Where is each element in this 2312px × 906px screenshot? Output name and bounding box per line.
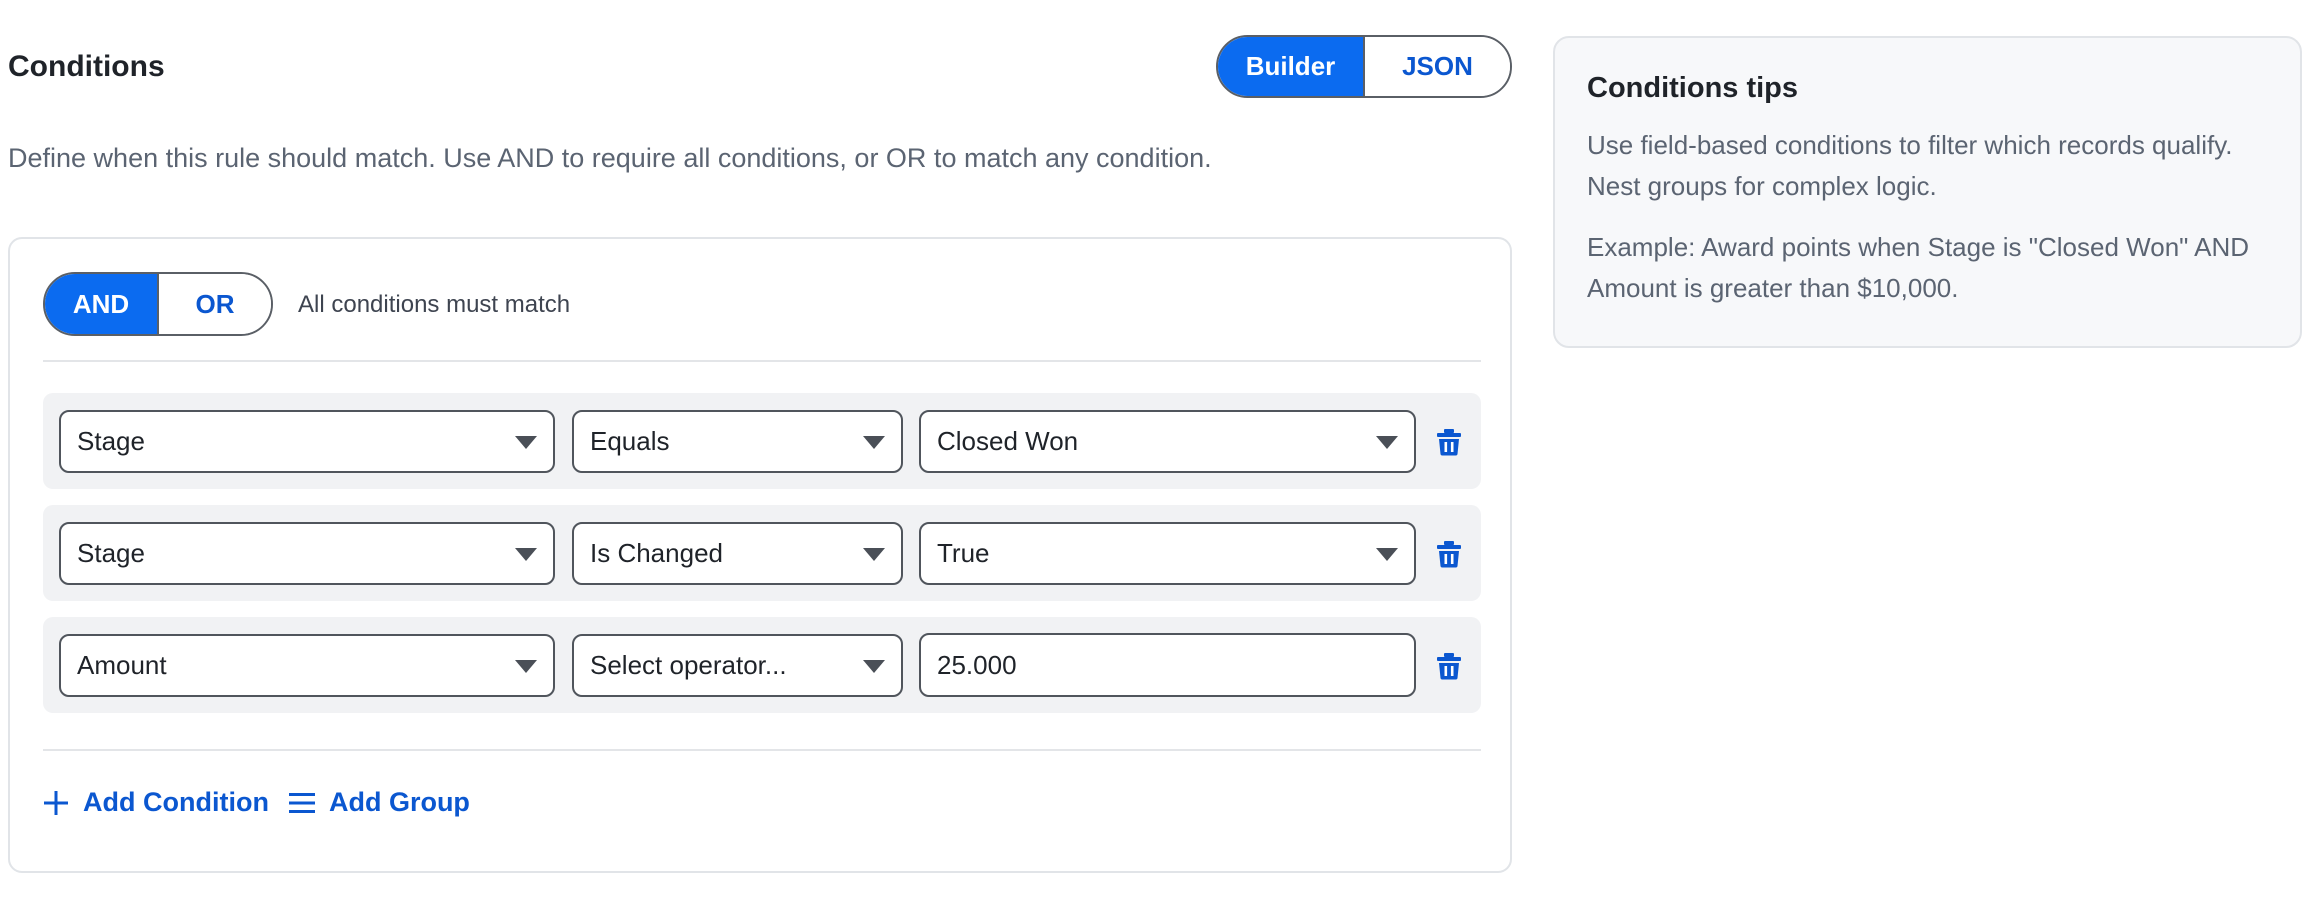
page: Conditions Builder JSON Define when this… <box>0 0 2312 906</box>
plus-icon <box>44 790 68 815</box>
or-logic-button[interactable]: OR <box>157 274 271 334</box>
value-select-value: Closed Won <box>937 426 1079 456</box>
operator-select[interactable]: Is Changed <box>572 522 903 585</box>
operator-select-value: Equals <box>590 426 670 456</box>
chevron-down-icon <box>863 547 885 561</box>
tips-title: Conditions tips <box>1587 72 1799 104</box>
divider <box>43 749 1481 751</box>
value-select-value: True <box>937 538 990 568</box>
add-condition-label: Add Condition <box>83 787 269 817</box>
operator-select[interactable]: Select operator... <box>572 634 903 697</box>
value-select[interactable]: True <box>919 522 1416 585</box>
condition-actions: Add Condition Add Group <box>43 787 490 818</box>
chevron-down-icon <box>863 659 885 673</box>
add-group-button[interactable]: Add Group <box>288 787 470 818</box>
list-icon <box>288 792 315 813</box>
operator-select[interactable]: Equals <box>572 410 903 473</box>
tips-paragraph: Use field-based conditions to filter whi… <box>1587 130 2233 201</box>
field-select-value: Stage <box>77 426 145 456</box>
mode-toggle: Builder JSON <box>1216 35 1512 98</box>
builder-mode-button[interactable]: Builder <box>1218 37 1363 96</box>
conditions-card: AND OR All conditions must match Stage E… <box>8 237 1512 873</box>
tips-card: Conditions tips Use field-based conditio… <box>1553 36 2302 348</box>
condition-list: Stage Equals Closed Won Stage Is Changed… <box>43 393 1481 729</box>
add-group-label: Add Group <box>328 787 470 817</box>
chevron-down-icon <box>863 435 885 449</box>
chevron-down-icon <box>1376 435 1398 449</box>
field-select[interactable]: Stage <box>59 410 555 473</box>
trash-icon[interactable] <box>1436 652 1462 680</box>
trash-icon[interactable] <box>1436 540 1462 568</box>
conditions-panel: Conditions Builder JSON Define when this… <box>0 0 1520 906</box>
operator-select-value: Is Changed <box>590 538 723 568</box>
json-mode-button[interactable]: JSON <box>1363 37 1510 96</box>
conditions-description: Define when this rule should match. Use … <box>8 143 1212 173</box>
trash-icon[interactable] <box>1436 428 1462 456</box>
condition-row: Stage Equals Closed Won <box>43 393 1481 489</box>
chevron-down-icon <box>515 659 537 673</box>
value-select[interactable]: Closed Won <box>919 410 1416 473</box>
operator-select-value: Select operator... <box>590 650 787 680</box>
and-logic-button[interactable]: AND <box>45 274 157 334</box>
field-select[interactable]: Stage <box>59 522 555 585</box>
condition-row: Amount Select operator... 25.000 <box>43 617 1481 713</box>
field-select-value: Amount <box>77 650 167 680</box>
add-condition-button[interactable]: Add Condition <box>43 787 269 818</box>
field-select[interactable]: Amount <box>59 634 555 697</box>
page-title: Conditions <box>8 50 165 83</box>
tips-example: Example: Award points when Stage is "Clo… <box>1587 232 2250 303</box>
divider <box>43 360 1481 362</box>
condition-row: Stage Is Changed True <box>43 505 1481 601</box>
chevron-down-icon <box>515 547 537 561</box>
logic-toggle: AND OR <box>43 272 273 336</box>
chevron-down-icon <box>1376 547 1398 561</box>
logic-hint: All conditions must match <box>298 291 571 318</box>
chevron-down-icon <box>515 435 537 449</box>
field-select-value: Stage <box>77 538 145 568</box>
value-input[interactable]: 25.000 <box>919 633 1416 697</box>
